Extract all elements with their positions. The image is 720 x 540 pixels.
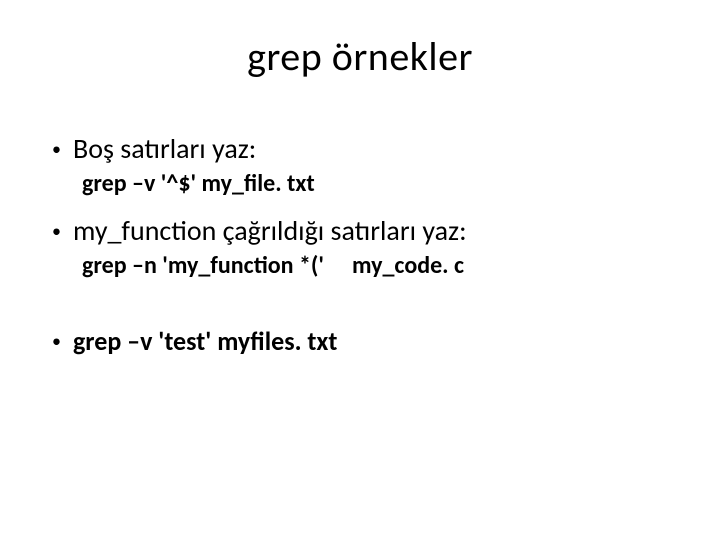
list-item: • Boş satırları yaz: grep –v '^$' my_fil… bbox=[50, 131, 670, 199]
bullet-dot-icon: • bbox=[52, 213, 61, 249]
slide-title: grep örnekler bbox=[50, 32, 670, 81]
bullet-text: my_function çağrıldığı satırları yaz: bbox=[73, 213, 467, 249]
bullet-list: • Boş satırları yaz: grep –v '^$' my_fil… bbox=[50, 131, 670, 359]
bullet-subtext: grep –n 'my_function *(' my_code. c bbox=[82, 251, 670, 281]
list-item: • my_function çağrıldığı satırları yaz: … bbox=[50, 213, 670, 281]
bullet-text: grep –v 'test' myfiles. txt bbox=[73, 323, 337, 359]
code-prefix: grep –n 'my_function *(' bbox=[82, 251, 324, 280]
bullet-row: • my_function çağrıldığı satırları yaz: bbox=[50, 213, 670, 249]
spacer bbox=[50, 295, 670, 323]
bullet-dot-icon: • bbox=[52, 131, 61, 167]
bullet-subtext: grep –v '^$' my_file. txt bbox=[82, 169, 670, 199]
bullet-text: Boş satırları yaz: bbox=[73, 131, 256, 167]
bullet-row: • grep –v 'test' myfiles. txt bbox=[50, 323, 670, 359]
code-suffix: my_code. c bbox=[352, 251, 464, 280]
slide: grep örnekler • Boş satırları yaz: grep … bbox=[0, 0, 720, 540]
list-item: • grep –v 'test' myfiles. txt bbox=[50, 295, 670, 359]
bullet-row: • Boş satırları yaz: bbox=[50, 131, 670, 167]
bullet-dot-icon: • bbox=[52, 323, 61, 359]
